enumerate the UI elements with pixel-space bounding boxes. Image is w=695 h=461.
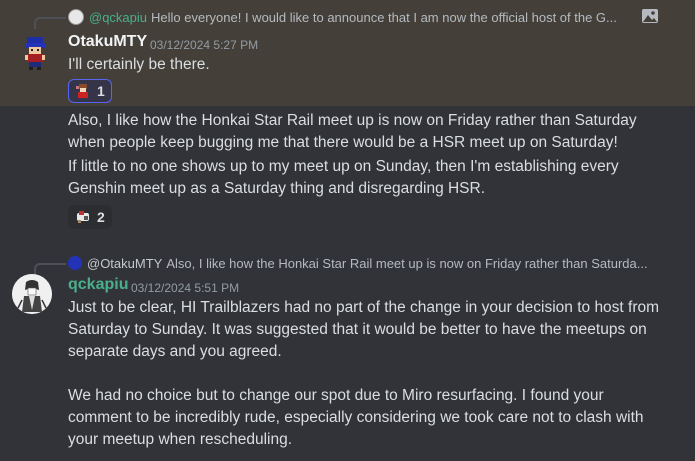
message-text: Also, I like how the Honkai Star Rail me… <box>68 112 637 151</box>
reaction-button[interactable]: 2 <box>68 205 112 229</box>
image-icon <box>642 9 658 23</box>
message-group-qckapiu[interactable]: @OtakuMTY Also, I like how the Honkai St… <box>0 236 695 461</box>
reply-author-name[interactable]: @OtakuMTY <box>87 256 162 271</box>
reply-text: Also, I like how the Honkai Star Rail me… <box>166 255 648 271</box>
reply-preview[interactable]: @OtakuMTY Also, I like how the Honkai St… <box>68 253 668 273</box>
message-text: If little to no one shows up to my meet … <box>68 158 619 197</box>
username[interactable]: qckapiu <box>68 276 128 294</box>
reaction-button[interactable]: 1 <box>68 79 112 103</box>
timestamp: 03/12/2024 5:51 PM <box>131 281 240 295</box>
message-group-otakumty[interactable]: @qckapiu Hello everyone! I would like to… <box>0 0 695 106</box>
sketch-character-icon <box>12 274 52 314</box>
avatar[interactable] <box>16 33 56 73</box>
character-icon <box>76 84 88 98</box>
reply-spine <box>34 263 66 275</box>
username[interactable]: OtakuMTY <box>68 33 147 51</box>
avatar[interactable] <box>12 274 52 314</box>
reply-author-avatar <box>68 9 84 25</box>
message-text: Just to be clear, HI Trailblazers had no… <box>68 299 660 448</box>
reply-author-avatar <box>68 256 82 270</box>
pixel-character-icon <box>16 33 56 73</box>
message-text: I'll certainly be there. <box>68 56 210 73</box>
character-icon <box>77 211 89 223</box>
message-group-continued[interactable]: Also, I like how the Honkai Star Rail me… <box>0 106 695 236</box>
reply-spine <box>34 17 66 29</box>
reaction-count: 1 <box>97 83 105 99</box>
reply-preview[interactable]: @qckapiu Hello everyone! I would like to… <box>68 7 633 27</box>
reaction-count: 2 <box>97 209 105 225</box>
reply-author-name[interactable]: @qckapiu <box>89 10 147 25</box>
timestamp: 03/12/2024 5:27 PM <box>150 38 259 52</box>
reply-text: Hello everyone! I would like to announce… <box>151 9 617 25</box>
